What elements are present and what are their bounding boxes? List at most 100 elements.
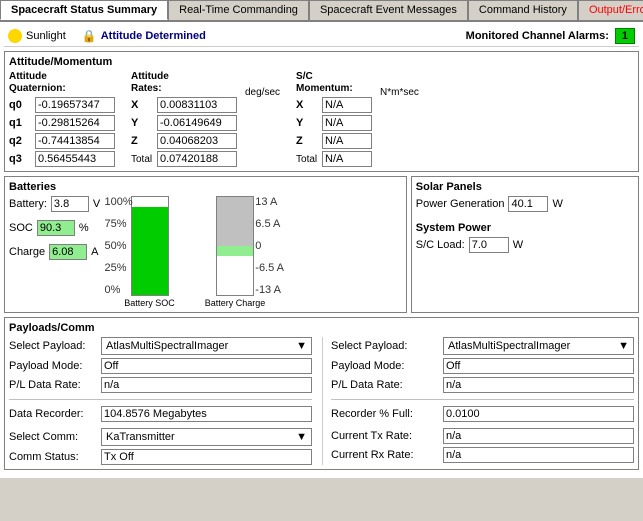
select-payload-left-row: Select Payload: AtlasMultiSpectralImager… (9, 337, 312, 355)
attitude-text: Attitude Determined (101, 30, 206, 42)
power-gen-field[interactable] (508, 196, 548, 212)
q3-field[interactable] (35, 151, 115, 167)
pl-data-rate-right-field[interactable] (443, 377, 634, 393)
q0-field[interactable] (35, 97, 115, 113)
system-power-title: System Power (416, 222, 634, 234)
pl-data-rate-left-field[interactable] (101, 377, 312, 393)
recorder-full-field[interactable] (443, 406, 634, 422)
mom-x-field[interactable] (322, 97, 372, 113)
payloads-title: Payloads/Comm (9, 322, 634, 334)
select-payload-right-label: Select Payload: (331, 340, 439, 352)
soc-label-25: 25% (105, 262, 133, 274)
comm-status-field[interactable] (101, 449, 312, 465)
soc-field[interactable] (37, 220, 75, 236)
q1-field[interactable] (35, 115, 115, 131)
current-tx-label: Current Tx Rate: (331, 430, 439, 442)
rate-z-row: Z (131, 133, 237, 149)
select-comm-row: Select Comm: KaTransmitter ▼ (9, 428, 312, 446)
alarm-badge: 1 (615, 28, 635, 44)
q1-label: q1 (9, 117, 31, 129)
rate-x-field[interactable] (157, 97, 237, 113)
select-comm-dropdown[interactable]: KaTransmitter ▼ (101, 428, 312, 446)
select-payload-right-dropdown[interactable]: AtlasMultiSpectralImager ▼ (443, 337, 634, 355)
batteries-section: Batteries Battery: V SOC % Charge (4, 176, 407, 313)
charge-field[interactable] (49, 244, 87, 260)
charge-bar-title: Battery Charge (205, 298, 266, 308)
rate-total-field[interactable] (157, 151, 237, 167)
sunlight-indicator: Sunlight (8, 29, 66, 43)
rate-total-row: Total (131, 151, 237, 167)
payload-mode-left-field[interactable] (101, 358, 312, 374)
select-payload-left-label: Select Payload: (9, 340, 97, 352)
tab-spacecraft-status[interactable]: Spacecraft Status Summary (0, 0, 168, 20)
q1-row: q1 (9, 115, 115, 131)
tab-bar: Spacecraft Status Summary Real-Time Comm… (0, 0, 643, 22)
power-gen-label: Power Generation (416, 198, 505, 210)
payload-mode-left-row: Payload Mode: (9, 358, 312, 374)
recorder-full-label: Recorder % Full: (331, 408, 439, 420)
charge-unit: A (91, 246, 98, 258)
monitored-label: Monitored Channel Alarms: (466, 30, 609, 42)
data-recorder-field[interactable] (101, 406, 312, 422)
current-tx-row: Current Tx Rate: (331, 428, 634, 444)
sunlight-label: Sunlight (26, 30, 66, 42)
monitored-alarms: Monitored Channel Alarms: 1 (466, 28, 635, 44)
battery-field[interactable] (51, 196, 89, 212)
batteries-title: Batteries (9, 181, 402, 193)
rate-z-field[interactable] (157, 133, 237, 149)
payload-right-col: Select Payload: AtlasMultiSpectralImager… (322, 337, 634, 465)
soc-bar (132, 207, 168, 295)
soc-label-0: 0% (105, 284, 133, 296)
current-rx-field[interactable] (443, 447, 634, 463)
payload-mode-right-field[interactable] (443, 358, 634, 374)
rates-unit: deg/sec (245, 87, 280, 98)
mom-z-row: Z (296, 133, 372, 149)
select-comm-value: KaTransmitter (106, 431, 175, 443)
tab-output-error[interactable]: Output/Error* (578, 0, 643, 20)
soc-bar-title: Battery SOC (124, 298, 175, 308)
mom-y-field[interactable] (322, 115, 372, 131)
charge-label-0: 0 (255, 240, 284, 252)
battery-row: Battery: V (9, 196, 100, 212)
power-gen-unit: W (552, 198, 562, 210)
tab-command-history[interactable]: Command History (468, 0, 578, 20)
q2-field[interactable] (35, 133, 115, 149)
payloads-section: Payloads/Comm Select Payload: AtlasMulti… (4, 317, 639, 470)
solar-section: Solar Panels Power Generation W System P… (411, 176, 639, 313)
current-tx-field[interactable] (443, 428, 634, 444)
q0-row: q0 (9, 97, 115, 113)
select-payload-left-value: AtlasMultiSpectralImager (106, 340, 228, 352)
soc-chart: 100% 75% 50% 25% 0% Battery SOC (124, 196, 175, 308)
mom-total-field[interactable] (322, 151, 372, 167)
current-rx-row: Current Rx Rate: (331, 447, 634, 463)
q2-label: q2 (9, 135, 31, 147)
soc-label: SOC (9, 222, 33, 234)
dropdown-arrow-right: ▼ (618, 340, 629, 352)
tab-spacecraft-events[interactable]: Spacecraft Event Messages (309, 0, 468, 20)
rate-total-label: Total (131, 154, 153, 165)
dropdown-arrow-left: ▼ (296, 340, 307, 352)
rate-x-label: X (131, 99, 153, 111)
rate-y-label: Y (131, 117, 153, 129)
tab-realtime-commanding[interactable]: Real-Time Commanding (168, 0, 309, 20)
sc-load-field[interactable] (469, 237, 509, 253)
lock-icon: 🔒 (82, 29, 97, 43)
rate-z-label: Z (131, 135, 153, 147)
mom-total-label: Total (296, 154, 318, 165)
pl-data-rate-right-row: P/L Data Rate: (331, 377, 634, 393)
payload-left-col: Select Payload: AtlasMultiSpectralImager… (9, 337, 312, 465)
momentum-unit: N*m*sec (380, 87, 419, 98)
mom-z-field[interactable] (322, 133, 372, 149)
payload-mode-right-label: Payload Mode: (331, 360, 439, 372)
battery-unit: V (93, 198, 100, 210)
select-payload-left-dropdown[interactable]: AtlasMultiSpectralImager ▼ (101, 337, 312, 355)
recorder-full-row: Recorder % Full: (331, 406, 634, 422)
mom-x-row: X (296, 97, 372, 113)
charge-label: Charge (9, 246, 45, 258)
rate-y-field[interactable] (157, 115, 237, 131)
q2-row: q2 (9, 133, 115, 149)
pl-data-rate-left-label: P/L Data Rate: (9, 379, 97, 391)
charge-label-n13: -13 A (255, 284, 284, 296)
divider-right (331, 399, 634, 400)
q0-label: q0 (9, 99, 31, 111)
